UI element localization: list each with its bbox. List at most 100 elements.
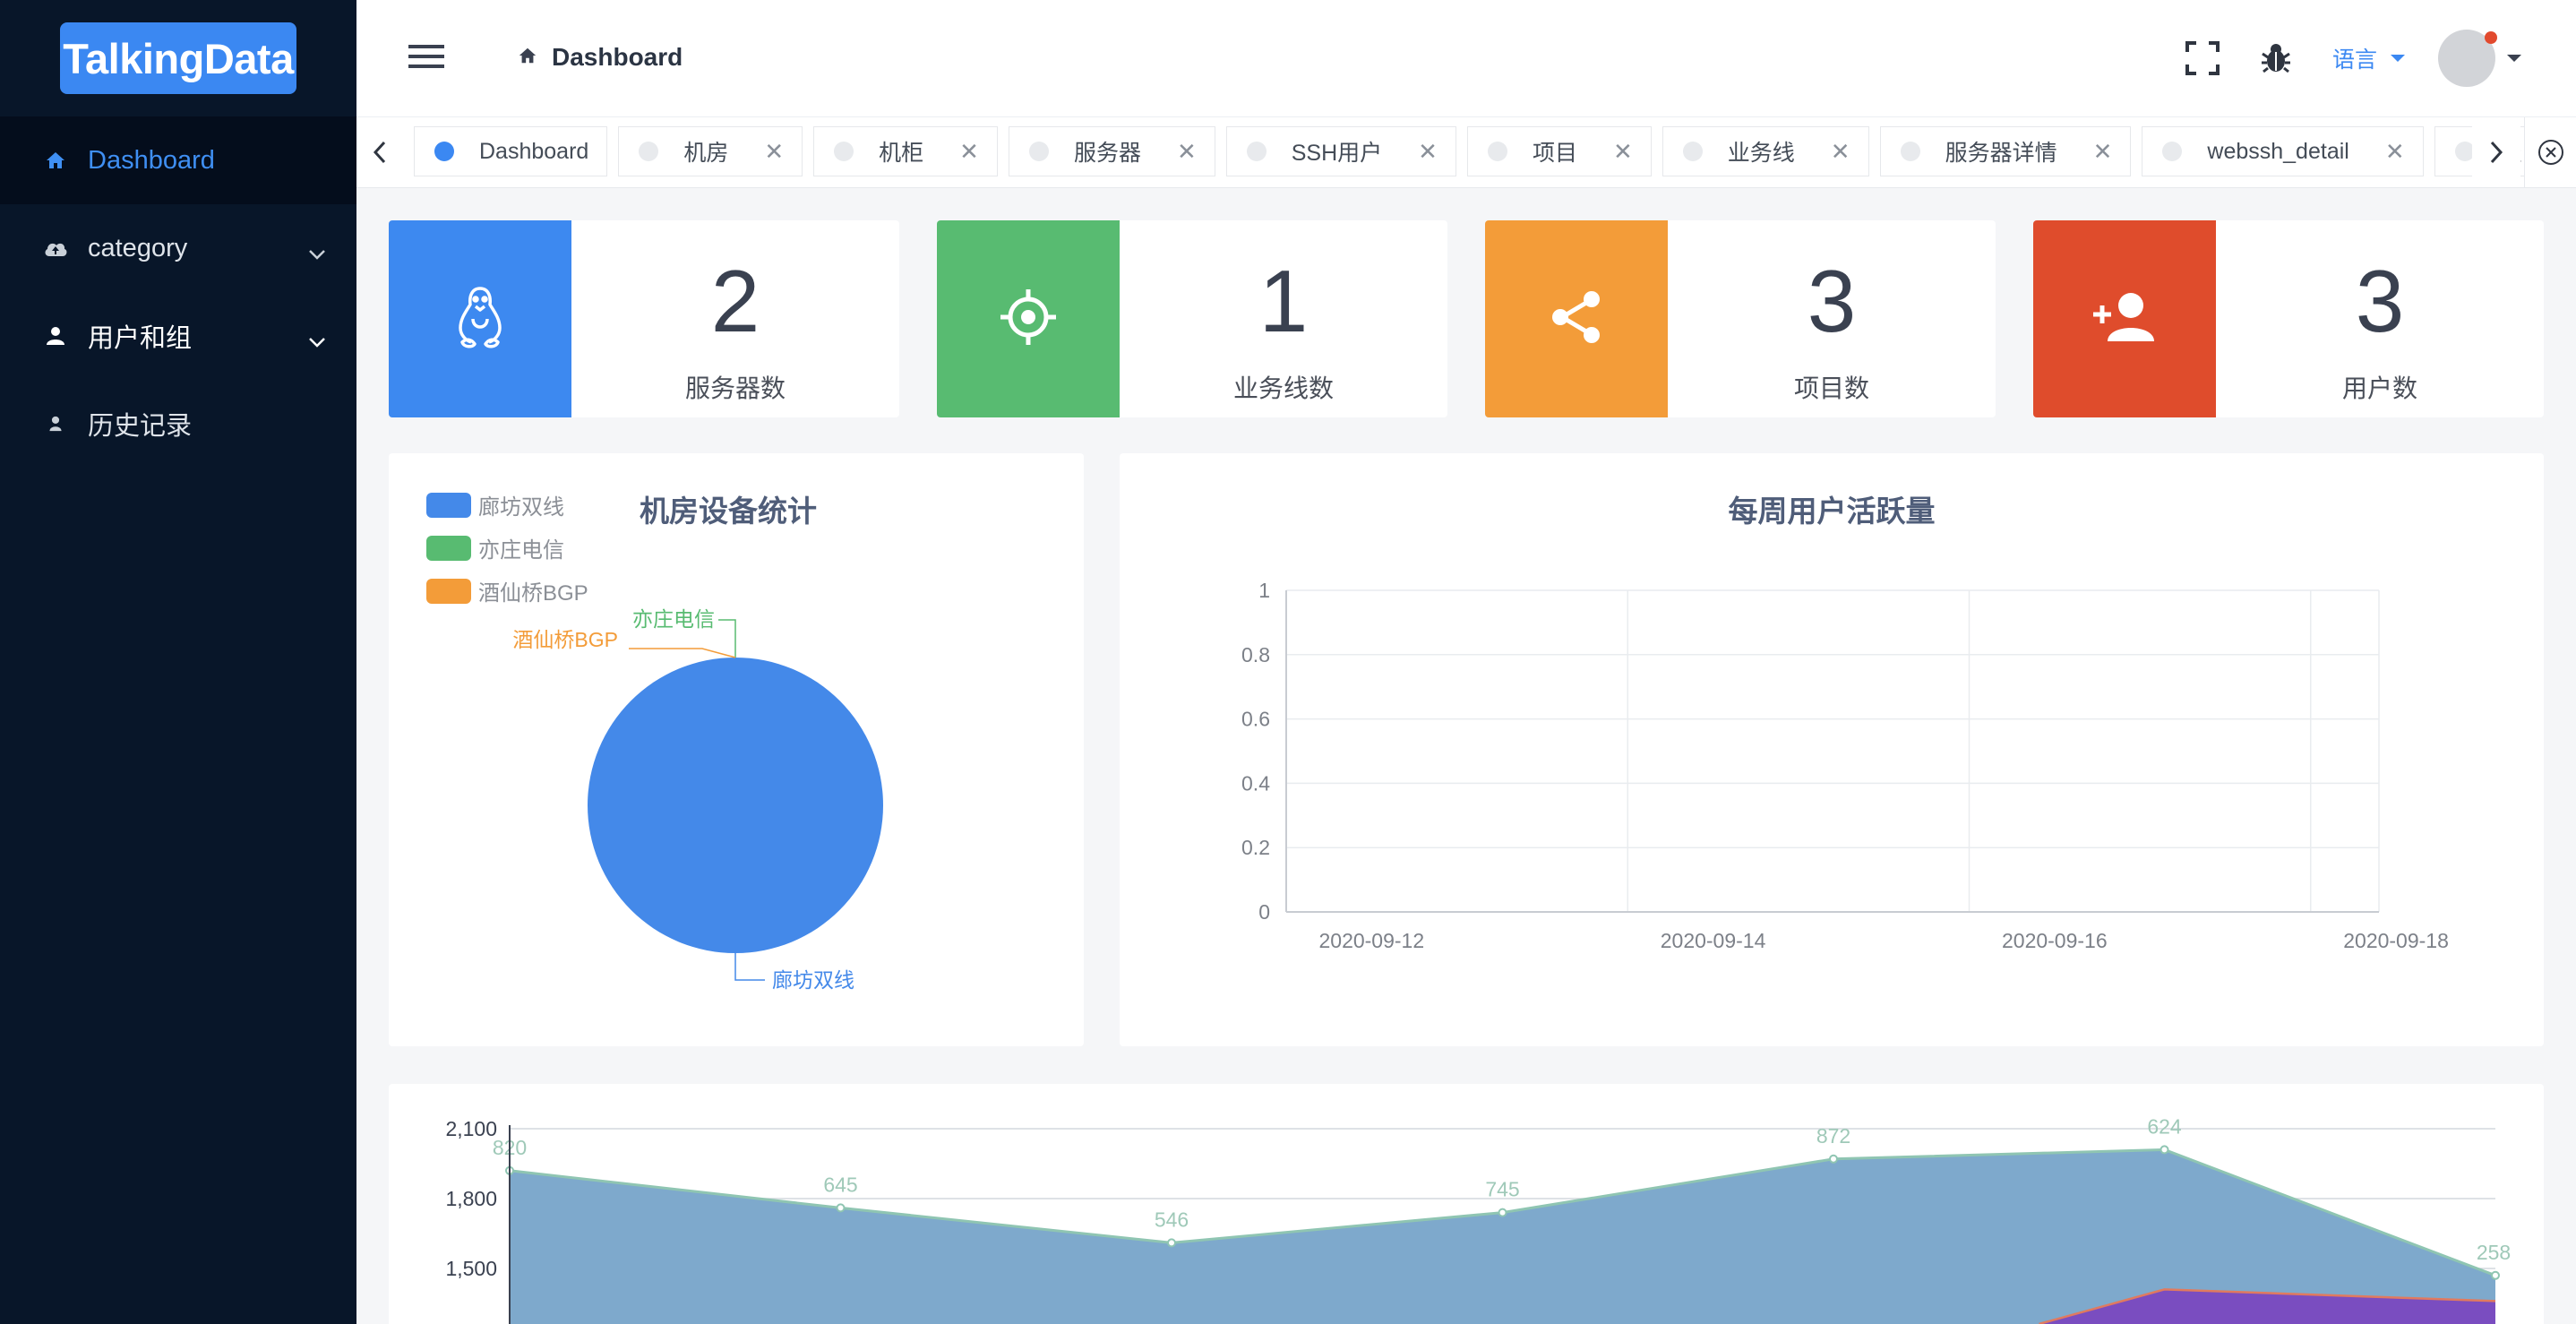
fullscreen-icon[interactable]: [2185, 41, 2220, 75]
close-icon[interactable]: ✕: [959, 138, 979, 166]
x-tick-label: 2020-09-12: [1318, 929, 1424, 952]
pie-chart-panel: 廊坊双线 亦庄电信 酒仙桥BGP 机房设备统计 亦庄电信 酒仙桥BGP 廊坊双线: [389, 453, 1084, 1046]
tab-label: webssh_detail: [2207, 138, 2349, 164]
x-tick-label: 2020-09-14: [1661, 929, 1766, 952]
stat-value: 3: [2355, 252, 2405, 350]
stat-label: 业务线数: [1232, 374, 1334, 402]
user-small-icon: [43, 411, 68, 436]
data-point[interactable]: [1167, 1238, 1176, 1248]
logo-area: TalkingData: [0, 0, 356, 116]
user-icon: [43, 323, 68, 348]
data-point[interactable]: [2160, 1145, 2169, 1155]
data-point[interactable]: [1498, 1208, 1507, 1217]
slice-label: 廊坊双线: [772, 968, 854, 992]
sidebar-item-users-groups[interactable]: 用户和组: [0, 292, 356, 380]
close-icon[interactable]: ✕: [1418, 138, 1438, 166]
stat-value: 3: [1807, 252, 1857, 350]
data-label: 258: [2477, 1241, 2511, 1264]
share-icon: [1550, 289, 1603, 349]
tab-status-dot: [1682, 142, 1703, 161]
line-chart-panel: 每周用户活跃量 0 0.2 0.4 0.6 0.8 1 2020-09-12 2020-09-…: [1120, 453, 2544, 1046]
cloud-upload-icon: [43, 236, 68, 261]
close-icon[interactable]: ✕: [1613, 138, 1633, 166]
linux-penguin-icon: [453, 285, 507, 354]
stat-label: 用户数: [2341, 374, 2417, 402]
area-chart: 1,5001,8002,100820645546745872 624258: [445, 1114, 2511, 1324]
sidebar: TalkingData Dashboard category 用户和组 历史记录: [0, 0, 356, 1324]
tab-server[interactable]: 服务器 ✕: [1008, 126, 1215, 176]
close-icon[interactable]: ✕: [764, 138, 784, 166]
label-leader-line: [734, 953, 765, 981]
slice-label: 亦庄电信: [632, 607, 715, 631]
tab-project[interactable]: 项目 ✕: [1466, 126, 1652, 176]
stat-value: 1: [1258, 252, 1309, 350]
stat-card-servers[interactable]: 2 服务器数: [389, 220, 899, 417]
x-tick-label: 2020-09-16: [2002, 929, 2108, 952]
card-icon-block: [389, 220, 571, 417]
add-user-icon: [2091, 291, 2158, 348]
tab-machine-room[interactable]: 机房 ✕: [618, 126, 803, 176]
tab-status-dot: [1487, 142, 1507, 161]
bug-icon[interactable]: [2259, 41, 2293, 75]
y-tick-label: 0.8: [1241, 643, 1270, 666]
user-menu[interactable]: [2438, 30, 2522, 87]
close-icon[interactable]: ✕: [1177, 138, 1197, 166]
tabs-list: Dashboard 机房 ✕ 机柜 ✕ 服务器 ✕ SSH用户 ✕ 项目 ✕ 业…: [414, 126, 2552, 176]
data-label: 872: [1816, 1124, 1850, 1148]
data-point[interactable]: [1829, 1154, 1838, 1164]
data-point[interactable]: [836, 1203, 846, 1213]
tab-status-dot: [1028, 142, 1049, 161]
pie-slice[interactable]: [588, 658, 883, 953]
close-icon[interactable]: ✕: [1831, 138, 1850, 166]
logo[interactable]: TalkingData: [60, 22, 296, 94]
tab-business-line[interactable]: 业务线 ✕: [1662, 126, 1869, 176]
close-icon[interactable]: ✕: [2385, 138, 2405, 166]
line-chart: 0 0.2 0.4 0.6 0.8 1 2020-09-12 2020-09-14 2020-0…: [1241, 579, 2449, 952]
tab-status-dot: [1246, 142, 1267, 161]
sidebar-item-label: category: [88, 233, 188, 262]
tab-label: 机房: [683, 141, 729, 166]
close-icon[interactable]: ✕: [2093, 138, 2113, 166]
y-tick-label: 1: [1258, 579, 1270, 602]
tab-ssh-user[interactable]: SSH用户 ✕: [1225, 126, 1456, 176]
sidebar-item-dashboard[interactable]: Dashboard: [0, 116, 356, 204]
chevron-down-icon: [308, 238, 326, 268]
card-icon-block: [2033, 220, 2216, 417]
hamburger-icon[interactable]: [408, 43, 444, 70]
breadcrumb-current[interactable]: Dashboard: [552, 43, 683, 72]
close-all-tabs-button[interactable]: [2524, 117, 2576, 187]
stat-card-business-lines[interactable]: 1 业务线数: [937, 220, 1447, 417]
crosshair-icon: [999, 288, 1058, 351]
sidebar-item-history[interactable]: 历史记录: [0, 380, 356, 468]
tab-label: 机柜: [879, 141, 924, 166]
caret-down-icon: [2390, 53, 2406, 64]
data-point[interactable]: [2491, 1270, 2500, 1280]
tab-cabinet[interactable]: 机柜 ✕: [813, 126, 998, 176]
tab-status-dot: [2162, 142, 2183, 161]
card-icon-block: [937, 220, 1120, 417]
y-tick-label: 0.2: [1241, 836, 1270, 859]
tab-webssh-detail[interactable]: webssh_detail ✕: [2142, 126, 2424, 176]
stat-card-projects[interactable]: 3 项目数: [1485, 220, 1996, 417]
home-icon: [43, 148, 68, 173]
stat-card-users[interactable]: 3 用户数: [2033, 220, 2544, 417]
tab-dashboard[interactable]: Dashboard: [414, 126, 608, 176]
tabs-scroll-left-button[interactable]: [356, 117, 403, 187]
tab-status-dot: [1900, 142, 1920, 161]
language-dropdown[interactable]: 语言: [2332, 42, 2406, 74]
tab-label: SSH用户: [1291, 141, 1383, 166]
tab-label: 服务器: [1073, 141, 1141, 166]
x-tick-label: 2020-09-18: [2343, 929, 2449, 952]
home-icon: [518, 43, 537, 72]
notification-dot: [2485, 31, 2497, 44]
data-label: 745: [1485, 1178, 1519, 1201]
label-leader-line: [629, 648, 736, 658]
area-chart-panel: 1,500 1,800 2,100 820 645 546 745 872 624 258: [389, 1084, 2544, 1324]
sidebar-item-category[interactable]: category: [0, 204, 356, 292]
top-header: Dashboard 语言: [356, 0, 2576, 117]
tab-label: Dashboard: [479, 138, 589, 164]
tabs-bar: Dashboard 机房 ✕ 机柜 ✕ 服务器 ✕ SSH用户 ✕ 项目 ✕ 业…: [356, 117, 2576, 188]
sidebar-item-label: 用户和组: [88, 324, 193, 353]
tabs-scroll-right-button[interactable]: [2472, 117, 2520, 187]
tab-server-detail[interactable]: 服务器详情 ✕: [1879, 126, 2132, 176]
